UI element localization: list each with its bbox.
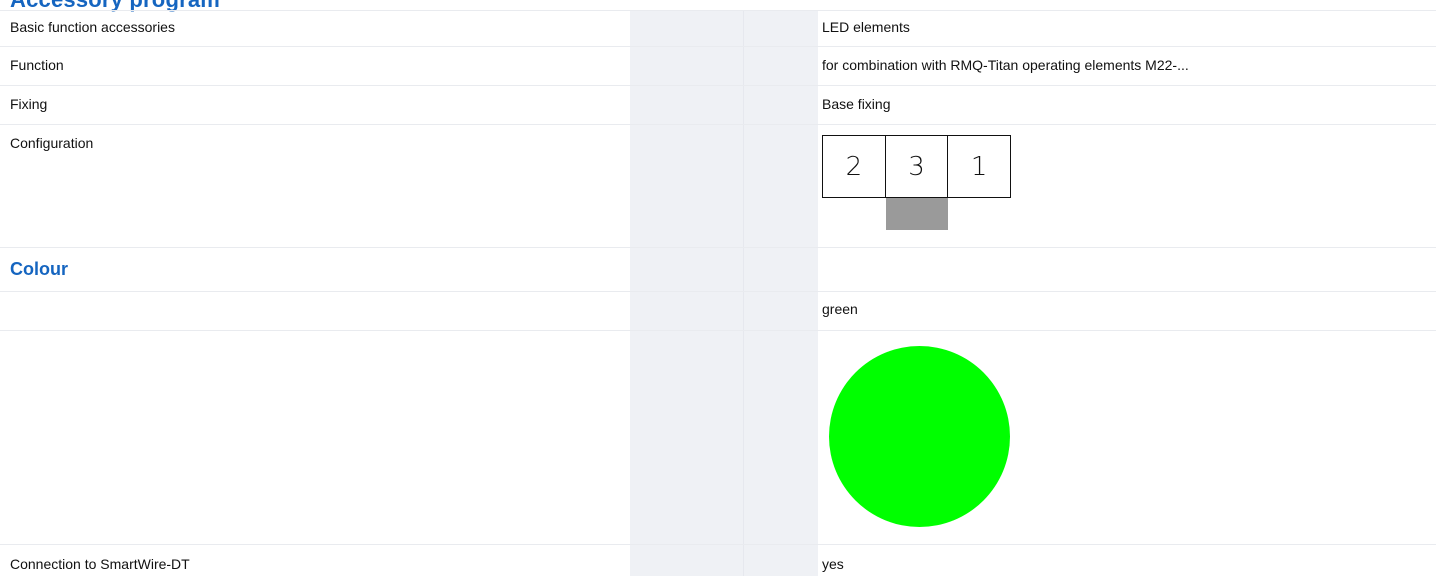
row-label: Function [10,57,64,73]
config-slot: 2 [845,151,863,182]
table-row-smartwire: Connection to SmartWire-DT yes [0,544,1436,576]
table-row-basic-function: Basic function accessories LED elements [0,10,1436,46]
table-row-function: Function for combination with RMQ-Titan … [0,46,1436,85]
row-value: LED elements [822,19,910,35]
config-slot: 1 [947,136,1010,197]
config-base-mount [886,198,948,230]
row-label: Fixing [10,96,48,112]
table-row-fixing: Fixing Base fixing [0,85,1436,124]
configuration-diagram: 2 3 1 [822,135,1011,198]
row-value: green [822,301,858,317]
row-label: Configuration [10,135,94,151]
row-value: Base fixing [822,96,891,112]
section-row-colour: Colour [0,247,1436,291]
table-row-colour-name: green [0,291,1436,330]
colour-swatch [829,346,1010,527]
config-slot: 3 [884,136,948,197]
row-label: Connection to SmartWire-DT [10,556,190,572]
table-row-colour-swatch [0,330,1436,544]
table-row-configuration: Configuration [0,124,1436,247]
row-value: yes [822,556,844,572]
row-value: for combination with RMQ-Titan operating… [822,57,1189,73]
row-label: Basic function accessories [10,19,175,35]
section-title: Colour [10,259,68,279]
